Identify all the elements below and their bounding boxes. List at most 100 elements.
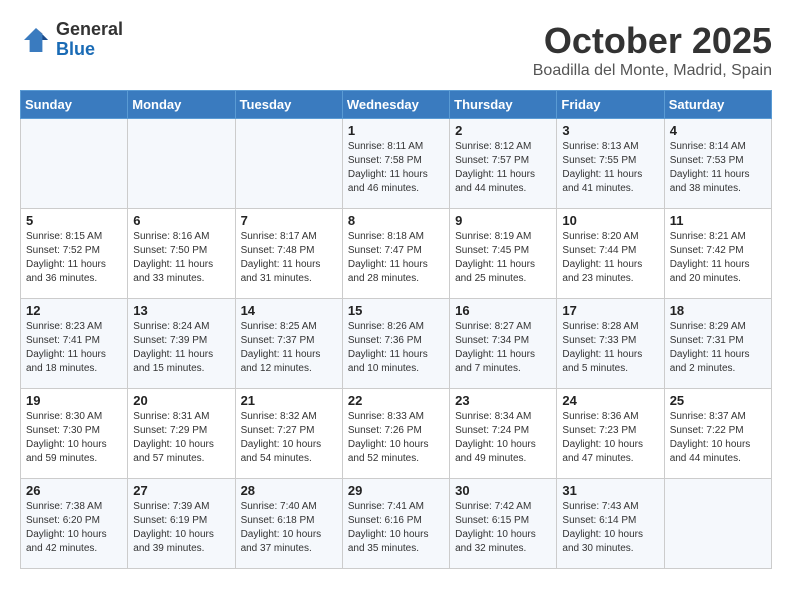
calendar-day-cell	[128, 119, 235, 209]
logo: General Blue	[20, 20, 123, 60]
day-info: Sunrise: 8:17 AMSunset: 7:48 PMDaylight:…	[241, 230, 337, 286]
day-info: Sunrise: 8:15 AMSunset: 7:52 PMDaylight:…	[26, 230, 122, 286]
calendar-week-row: 19 Sunrise: 8:30 AMSunset: 7:30 PMDayligh…	[21, 389, 772, 479]
calendar-day-cell: 20Sunrise: 8:31 AMSunset: 7:29 PMDayligh…	[128, 389, 235, 479]
title-block: October 2025 Boadilla del Monte, Madrid,…	[533, 20, 772, 80]
day-info: Sunrise: 8:23 AMSunset: 7:41 PMDaylight:…	[26, 320, 122, 376]
day-number: 8	[348, 213, 444, 228]
calendar-day-cell: 26 Sunrise: 7:38 AMSunset: 6:20 PMDayligh…	[21, 479, 128, 569]
calendar-day-cell: 17 Sunrise: 8:28 AMSunset: 7:33 PMDayligh…	[557, 299, 664, 389]
day-info: Sunrise: 7:43 AMSunset: 6:14 PMDaylight:…	[562, 500, 658, 556]
day-number: 20	[133, 393, 229, 408]
calendar-day-cell: 25 Sunrise: 8:37 AMSunset: 7:22 PMDayligh…	[664, 389, 771, 479]
day-info: Sunrise: 8:14 AMSunset: 7:53 PMDaylight:…	[670, 140, 766, 196]
day-number: 22	[348, 393, 444, 408]
weekday-header: Saturday	[664, 91, 771, 119]
weekday-header-row: SundayMondayTuesdayWednesdayThursdayFrid…	[21, 91, 772, 119]
calendar-day-cell: 6 Sunrise: 8:16 AMSunset: 7:50 PMDaylight…	[128, 209, 235, 299]
day-info: Sunrise: 8:30 AMSunset: 7:30 PMDaylight:…	[26, 410, 122, 466]
day-info: Sunrise: 7:41 AMSunset: 6:16 PMDaylight:…	[348, 500, 444, 556]
day-number: 12	[26, 303, 122, 318]
day-number: 15	[348, 303, 444, 318]
weekday-header: Sunday	[21, 91, 128, 119]
calendar-day-cell: 12 Sunrise: 8:23 AMSunset: 7:41 PMDayligh…	[21, 299, 128, 389]
day-number: 9	[455, 213, 551, 228]
calendar-table: SundayMondayTuesdayWednesdayThursdayFrid…	[20, 90, 772, 569]
calendar-day-cell: 13Sunrise: 8:24 AMSunset: 7:39 PMDayligh…	[128, 299, 235, 389]
logo-icon	[20, 24, 52, 56]
calendar-day-cell: 28 Sunrise: 7:40 AMSunset: 6:18 PMDayligh…	[235, 479, 342, 569]
calendar-day-cell: 29 Sunrise: 7:41 AMSunset: 6:16 PMDayligh…	[342, 479, 449, 569]
calendar-day-cell: 31Sunrise: 7:43 AMSunset: 6:14 PMDayligh…	[557, 479, 664, 569]
calendar-week-row: 5Sunrise: 8:15 AMSunset: 7:52 PMDaylight…	[21, 209, 772, 299]
day-number: 1	[348, 123, 444, 138]
day-info: Sunrise: 8:21 AMSunset: 7:42 PMDaylight:…	[670, 230, 766, 286]
calendar-day-cell: 16Sunrise: 8:27 AMSunset: 7:34 PMDayligh…	[450, 299, 557, 389]
day-number: 13	[133, 303, 229, 318]
day-number: 14	[241, 303, 337, 318]
day-info: Sunrise: 8:28 AMSunset: 7:33 PMDaylight:…	[562, 320, 658, 376]
day-number: 19	[26, 393, 122, 408]
location: Boadilla del Monte, Madrid, Spain	[533, 62, 772, 80]
day-info: Sunrise: 8:20 AMSunset: 7:44 PMDaylight:…	[562, 230, 658, 286]
day-number: 23	[455, 393, 551, 408]
day-number: 6	[133, 213, 229, 228]
calendar-day-cell: 22 Sunrise: 8:33 AMSunset: 7:26 PMDayligh…	[342, 389, 449, 479]
calendar-day-cell: 23Sunrise: 8:34 AMSunset: 7:24 PMDayligh…	[450, 389, 557, 479]
calendar-day-cell: 15 Sunrise: 8:26 AMSunset: 7:36 PMDayligh…	[342, 299, 449, 389]
weekday-header: Friday	[557, 91, 664, 119]
calendar-day-cell: 8 Sunrise: 8:18 AMSunset: 7:47 PMDaylight…	[342, 209, 449, 299]
calendar-day-cell: 18 Sunrise: 8:29 AMSunset: 7:31 PMDayligh…	[664, 299, 771, 389]
day-info: Sunrise: 8:11 AMSunset: 7:58 PMDaylight:…	[348, 140, 444, 196]
logo-text: General Blue	[56, 20, 123, 60]
day-number: 29	[348, 483, 444, 498]
page-header: General Blue October 2025 Boadilla del M…	[20, 20, 772, 80]
day-number: 4	[670, 123, 766, 138]
day-info: Sunrise: 8:25 AMSunset: 7:37 PMDaylight:…	[241, 320, 337, 376]
calendar-day-cell: 3 Sunrise: 8:13 AMSunset: 7:55 PMDaylight…	[557, 119, 664, 209]
day-info: Sunrise: 8:37 AMSunset: 7:22 PMDaylight:…	[670, 410, 766, 466]
calendar-day-cell: 19 Sunrise: 8:30 AMSunset: 7:30 PMDayligh…	[21, 389, 128, 479]
day-info: Sunrise: 7:40 AMSunset: 6:18 PMDaylight:…	[241, 500, 337, 556]
logo-general: General	[56, 19, 123, 39]
day-number: 18	[670, 303, 766, 318]
calendar-day-cell	[664, 479, 771, 569]
calendar-day-cell: 1 Sunrise: 8:11 AMSunset: 7:58 PMDaylight…	[342, 119, 449, 209]
month-title: October 2025	[533, 20, 772, 62]
day-info: Sunrise: 7:39 AMSunset: 6:19 PMDaylight:…	[133, 500, 229, 556]
calendar-week-row: 26 Sunrise: 7:38 AMSunset: 6:20 PMDayligh…	[21, 479, 772, 569]
weekday-header: Tuesday	[235, 91, 342, 119]
calendar-day-cell: 27 Sunrise: 7:39 AMSunset: 6:19 PMDayligh…	[128, 479, 235, 569]
day-info: Sunrise: 8:29 AMSunset: 7:31 PMDaylight:…	[670, 320, 766, 376]
day-info: Sunrise: 8:36 AMSunset: 7:23 PMDaylight:…	[562, 410, 658, 466]
day-info: Sunrise: 8:32 AMSunset: 7:27 PMDaylight:…	[241, 410, 337, 466]
day-number: 25	[670, 393, 766, 408]
day-number: 3	[562, 123, 658, 138]
calendar-day-cell: 5Sunrise: 8:15 AMSunset: 7:52 PMDaylight…	[21, 209, 128, 299]
day-info: Sunrise: 8:27 AMSunset: 7:34 PMDaylight:…	[455, 320, 551, 376]
calendar-day-cell: 2Sunrise: 8:12 AMSunset: 7:57 PMDaylight…	[450, 119, 557, 209]
day-info: Sunrise: 8:26 AMSunset: 7:36 PMDaylight:…	[348, 320, 444, 376]
calendar-week-row: 12 Sunrise: 8:23 AMSunset: 7:41 PMDayligh…	[21, 299, 772, 389]
day-info: Sunrise: 7:42 AMSunset: 6:15 PMDaylight:…	[455, 500, 551, 556]
calendar-day-cell: 4 Sunrise: 8:14 AMSunset: 7:53 PMDaylight…	[664, 119, 771, 209]
calendar-day-cell: 21 Sunrise: 8:32 AMSunset: 7:27 PMDayligh…	[235, 389, 342, 479]
day-number: 21	[241, 393, 337, 408]
calendar-day-cell: 7Sunrise: 8:17 AMSunset: 7:48 PMDaylight…	[235, 209, 342, 299]
calendar-day-cell	[235, 119, 342, 209]
day-info: Sunrise: 8:13 AMSunset: 7:55 PMDaylight:…	[562, 140, 658, 196]
calendar-day-cell: 30Sunrise: 7:42 AMSunset: 6:15 PMDayligh…	[450, 479, 557, 569]
day-info: Sunrise: 8:19 AMSunset: 7:45 PMDaylight:…	[455, 230, 551, 286]
day-number: 17	[562, 303, 658, 318]
day-info: Sunrise: 7:38 AMSunset: 6:20 PMDaylight:…	[26, 500, 122, 556]
logo-blue: Blue	[56, 39, 95, 59]
calendar-day-cell: 11Sunrise: 8:21 AMSunset: 7:42 PMDayligh…	[664, 209, 771, 299]
day-info: Sunrise: 8:18 AMSunset: 7:47 PMDaylight:…	[348, 230, 444, 286]
day-number: 28	[241, 483, 337, 498]
day-info: Sunrise: 8:33 AMSunset: 7:26 PMDaylight:…	[348, 410, 444, 466]
day-number: 27	[133, 483, 229, 498]
day-info: Sunrise: 8:16 AMSunset: 7:50 PMDaylight:…	[133, 230, 229, 286]
calendar-day-cell: 24Sunrise: 8:36 AMSunset: 7:23 PMDayligh…	[557, 389, 664, 479]
day-number: 2	[455, 123, 551, 138]
day-number: 26	[26, 483, 122, 498]
